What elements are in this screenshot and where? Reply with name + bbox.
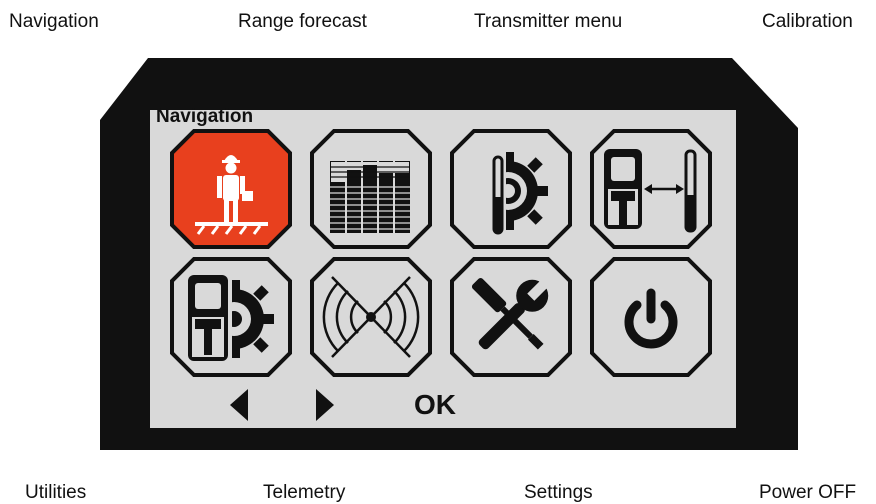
receiver-gear-icon: [186, 275, 274, 363]
tile-calibration[interactable]: [590, 129, 712, 249]
ok-button[interactable]: OK: [414, 390, 456, 420]
signal-bars-icon: [330, 159, 410, 235]
tile-range-forecast[interactable]: [310, 129, 432, 249]
tile-navigation[interactable]: [170, 129, 292, 249]
tile-utilities[interactable]: [170, 257, 292, 377]
device-display: [100, 58, 798, 450]
tile-power-off[interactable]: [590, 257, 712, 377]
tile-telemetry[interactable]: [310, 257, 432, 377]
right-arrow-icon[interactable]: [314, 388, 336, 422]
tile-transmitter-menu[interactable]: [450, 129, 572, 249]
screen-title: Navigation: [156, 106, 254, 127]
left-arrow-icon[interactable]: [228, 388, 250, 422]
tile-settings[interactable]: [450, 257, 572, 377]
